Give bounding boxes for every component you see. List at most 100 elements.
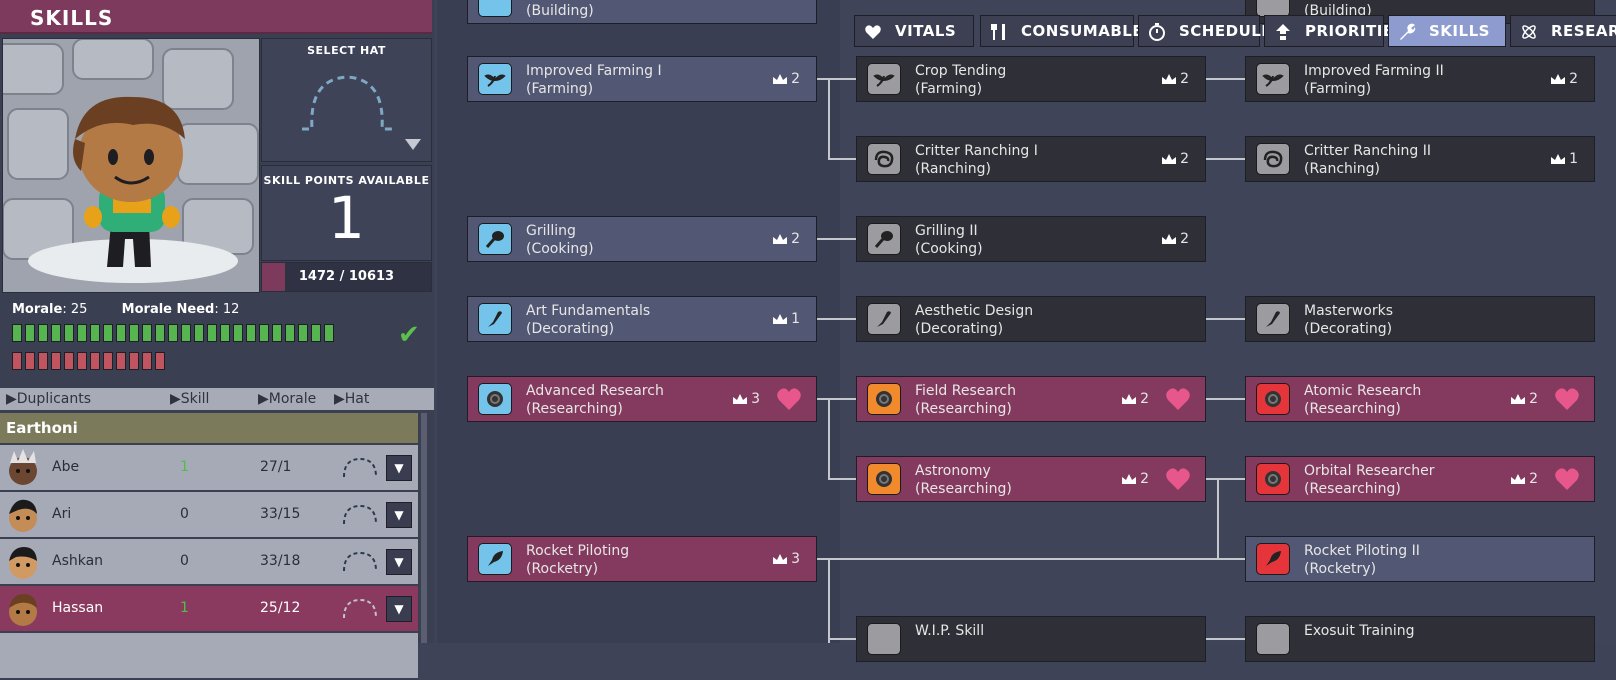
duplicant-skill-points: 1 <box>180 459 189 475</box>
skill-card-orbital-researcher[interactable]: Orbital Researcher (Researching) 2 <box>1245 456 1595 502</box>
hat-dropdown-button[interactable]: ▼ <box>386 596 412 622</box>
skill-category: (Ranching) <box>915 161 992 177</box>
skill-category: (Cooking) <box>915 241 983 257</box>
heart-icon <box>865 25 881 39</box>
cooking-skill-icon <box>478 223 512 255</box>
skill-card-critter-ranching-1[interactable]: Critter Ranching I (Ranching) 2 <box>856 136 1206 182</box>
building-skill-icon <box>478 0 512 17</box>
morale-need-pip <box>38 352 48 370</box>
skill-count: 2 <box>1162 151 1189 167</box>
duplicant-row-partial[interactable] <box>0 633 418 680</box>
research-skill-icon <box>1256 383 1290 415</box>
empty-hat-icon <box>302 75 392 131</box>
group-header[interactable]: Earthoni <box>0 413 418 443</box>
morale-need-pip <box>142 352 152 370</box>
connector <box>1205 638 1245 640</box>
research-skill-icon <box>867 383 901 415</box>
tab-label: SCHEDULE <box>1179 22 1273 40</box>
connector <box>1205 78 1245 80</box>
research-skill-icon <box>867 463 901 495</box>
skill-card-astronomy[interactable]: Astronomy (Researching) 2 <box>856 456 1206 502</box>
skill-card-grilling[interactable]: Grilling (Cooking) 2 <box>467 216 817 262</box>
morale-need-pip <box>90 352 100 370</box>
skill-card-critter-ranching-2[interactable]: Critter Ranching II (Ranching) 1 <box>1245 136 1595 182</box>
sort-duplicants-button[interactable]: ▶ Duplicants <box>6 388 91 410</box>
skill-name: Astronomy <box>915 463 991 479</box>
tab-label: SKILLS <box>1429 22 1490 40</box>
skill-card-field-research[interactable]: Field Research (Researching) 2 <box>856 376 1206 422</box>
morale-need-pip <box>77 352 87 370</box>
morale-pip <box>324 324 334 342</box>
duplicant-morale: 25/12 <box>260 600 301 616</box>
skill-card-rocket-piloting[interactable]: Rocket Piloting (Rocketry) 3 <box>467 536 817 582</box>
morale-pips <box>12 324 334 344</box>
hat-dropdown-icon[interactable] <box>405 139 421 151</box>
select-hat-box[interactable]: SELECT HAT <box>261 38 432 162</box>
list-scrollbar[interactable] <box>421 413 427 643</box>
hat-icon <box>343 457 377 478</box>
hat-dropdown-button[interactable]: ▼ <box>386 549 412 575</box>
rocketry-skill-icon <box>1256 543 1290 575</box>
skill-card-building[interactable]: (Building) <box>467 0 817 24</box>
skill-card-improved-farming-2[interactable]: Improved Farming II (Farming) 2 <box>1245 56 1595 102</box>
tab-consumables[interactable]: CONSUMABLES <box>980 15 1154 47</box>
skill-name: Art Fundamentals <box>526 303 651 319</box>
morale-pip <box>298 324 308 342</box>
skill-name: Rocket Piloting II <box>1304 543 1420 559</box>
skill-card-atomic-research[interactable]: Atomic Research (Researching) 2 <box>1245 376 1595 422</box>
hat-icon <box>343 551 377 572</box>
experience-fill <box>262 263 286 291</box>
skill-name: Critter Ranching II <box>1304 143 1432 159</box>
skill-card-advanced-research[interactable]: Advanced Research (Researching) 3 <box>467 376 817 422</box>
skill-category: (Farming) <box>1304 81 1372 97</box>
duplicant-row-hassan[interactable]: Hassan 1 25/12 ▼ <box>0 586 418 633</box>
morale-pip <box>142 324 152 342</box>
skill-name: Masterworks <box>1304 303 1393 319</box>
duplicant-row-abe[interactable]: Abe 1 27/1 ▼ <box>0 445 418 492</box>
hat-dropdown-button[interactable]: ▼ <box>386 455 412 481</box>
morale-pip <box>25 324 35 342</box>
skill-icon <box>867 623 901 655</box>
duplicant-row-ari[interactable]: Ari 0 33/15 ▼ <box>0 492 418 539</box>
skill-card-wip-skill[interactable]: W.I.P. Skill <box>856 616 1206 662</box>
tab-schedule[interactable]: SCHEDULE <box>1138 15 1272 47</box>
skill-card-grilling-2[interactable]: Grilling II (Cooking) 2 <box>856 216 1206 262</box>
tab-vitals[interactable]: VITALS <box>854 15 974 47</box>
sort-hat-button[interactable]: ▶ Hat <box>334 388 369 410</box>
tab-priorities[interactable]: PRIORITIES <box>1264 15 1404 47</box>
sort-skill-points-button[interactable]: ▶ Skill Points <box>170 388 223 429</box>
crown-icon <box>773 74 788 84</box>
skill-name: Field Research <box>915 383 1016 399</box>
connector <box>828 478 857 480</box>
skill-count: 3 <box>733 391 760 407</box>
skill-category: (Ranching) <box>1304 161 1381 177</box>
connector <box>1217 478 1219 559</box>
tab-skills[interactable]: SKILLS <box>1388 15 1506 47</box>
morale-pip <box>168 324 178 342</box>
panel-title: SKILLS <box>0 0 432 34</box>
skill-name: Improved Farming I <box>526 63 662 79</box>
hat-dropdown-button[interactable]: ▼ <box>386 502 412 528</box>
morale-pip <box>77 324 87 342</box>
hat-column-label: Hat <box>344 391 370 407</box>
skill-card-improved-farming-1[interactable]: Improved Farming I (Farming) 2 <box>467 56 817 102</box>
sort-morale-button[interactable]: ▶ Morale <box>258 388 316 410</box>
skill-count: 2 <box>1551 71 1578 87</box>
interest-heart-icon <box>1555 388 1579 410</box>
tab-research[interactable]: RESEARC <box>1510 15 1616 47</box>
skill-card-crop-tending[interactable]: Crop Tending (Farming) 2 <box>856 56 1206 102</box>
skill-card-aesthetic-design[interactable]: Aesthetic Design (Decorating) <box>856 296 1206 342</box>
skill-category: (Researching) <box>915 401 1012 417</box>
connector <box>817 238 857 240</box>
skill-card-masterworks[interactable]: Masterworks (Decorating) <box>1245 296 1595 342</box>
skill-name: Crop Tending <box>915 63 1007 79</box>
skill-card-exosuit-training[interactable]: Exosuit Training <box>1245 616 1595 662</box>
skill-count: 2 <box>1162 231 1189 247</box>
interest-heart-icon <box>1555 468 1579 490</box>
crown-icon <box>773 314 788 324</box>
skill-count: 2 <box>1122 471 1149 487</box>
hat-icon <box>343 504 377 525</box>
duplicant-row-ashkan[interactable]: Ashkan 0 33/18 ▼ <box>0 539 418 586</box>
skill-card-rocket-piloting-2[interactable]: Rocket Piloting II (Rocketry) <box>1245 536 1595 582</box>
skill-card-art-fundamentals[interactable]: Art Fundamentals (Decorating) 1 <box>467 296 817 342</box>
